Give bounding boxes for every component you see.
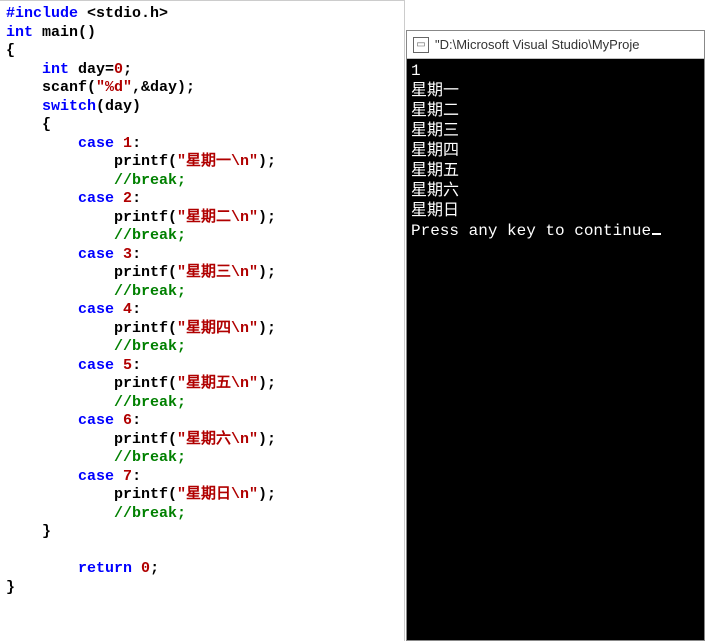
code-line: //break; bbox=[6, 172, 404, 191]
console-line: Press any key to continue bbox=[411, 221, 700, 241]
console-line: 星期四 bbox=[411, 141, 700, 161]
code-line: case 2: bbox=[6, 190, 404, 209]
console-line: 星期日 bbox=[411, 201, 700, 221]
code-line: case 4: bbox=[6, 301, 404, 320]
code-line: case 3: bbox=[6, 246, 404, 265]
console-line: 星期五 bbox=[411, 161, 700, 181]
code-line: switch(day) bbox=[6, 98, 404, 117]
code-line: case 5: bbox=[6, 357, 404, 376]
code-line: { bbox=[6, 116, 404, 135]
code-line: //break; bbox=[6, 505, 404, 524]
code-line: case 6: bbox=[6, 412, 404, 431]
code-content: #include <stdio.h>int main(){ int day=0;… bbox=[6, 5, 404, 597]
console-line: 星期一 bbox=[411, 81, 700, 101]
console-title: "D:\Microsoft Visual Studio\MyProje bbox=[435, 37, 640, 52]
code-line: printf("星期六\n"); bbox=[6, 431, 404, 450]
code-line: int day=0; bbox=[6, 61, 404, 80]
console-window: ▭ "D:\Microsoft Visual Studio\MyProje 1星… bbox=[406, 30, 705, 641]
code-line: printf("星期日\n"); bbox=[6, 486, 404, 505]
code-line: case 1: bbox=[6, 135, 404, 154]
code-line: printf("星期二\n"); bbox=[6, 209, 404, 228]
code-line bbox=[6, 542, 404, 561]
code-editor[interactable]: #include <stdio.h>int main(){ int day=0;… bbox=[0, 0, 405, 641]
console-line: 星期二 bbox=[411, 101, 700, 121]
code-line: } bbox=[6, 523, 404, 542]
code-line: printf("星期五\n"); bbox=[6, 375, 404, 394]
code-line: printf("星期一\n"); bbox=[6, 153, 404, 172]
code-line: //break; bbox=[6, 394, 404, 413]
code-line: case 7: bbox=[6, 468, 404, 487]
cursor bbox=[652, 233, 661, 235]
code-line: //break; bbox=[6, 283, 404, 302]
code-line: //break; bbox=[6, 227, 404, 246]
console-output[interactable]: 1星期一星期二星期三星期四星期五星期六星期日Press any key to c… bbox=[407, 59, 704, 640]
console-line: 星期六 bbox=[411, 181, 700, 201]
code-line: //break; bbox=[6, 338, 404, 357]
code-line: return 0; bbox=[6, 560, 404, 579]
code-line: { bbox=[6, 42, 404, 61]
code-line: #include <stdio.h> bbox=[6, 5, 404, 24]
code-line: //break; bbox=[6, 449, 404, 468]
console-line: 星期三 bbox=[411, 121, 700, 141]
code-line: printf("星期四\n"); bbox=[6, 320, 404, 339]
console-line: 1 bbox=[411, 61, 700, 81]
code-line: } bbox=[6, 579, 404, 598]
console-titlebar[interactable]: ▭ "D:\Microsoft Visual Studio\MyProje bbox=[407, 31, 704, 59]
code-line: printf("星期三\n"); bbox=[6, 264, 404, 283]
code-line: scanf("%d",&day); bbox=[6, 79, 404, 98]
code-line: int main() bbox=[6, 24, 404, 43]
app-icon: ▭ bbox=[413, 37, 429, 53]
